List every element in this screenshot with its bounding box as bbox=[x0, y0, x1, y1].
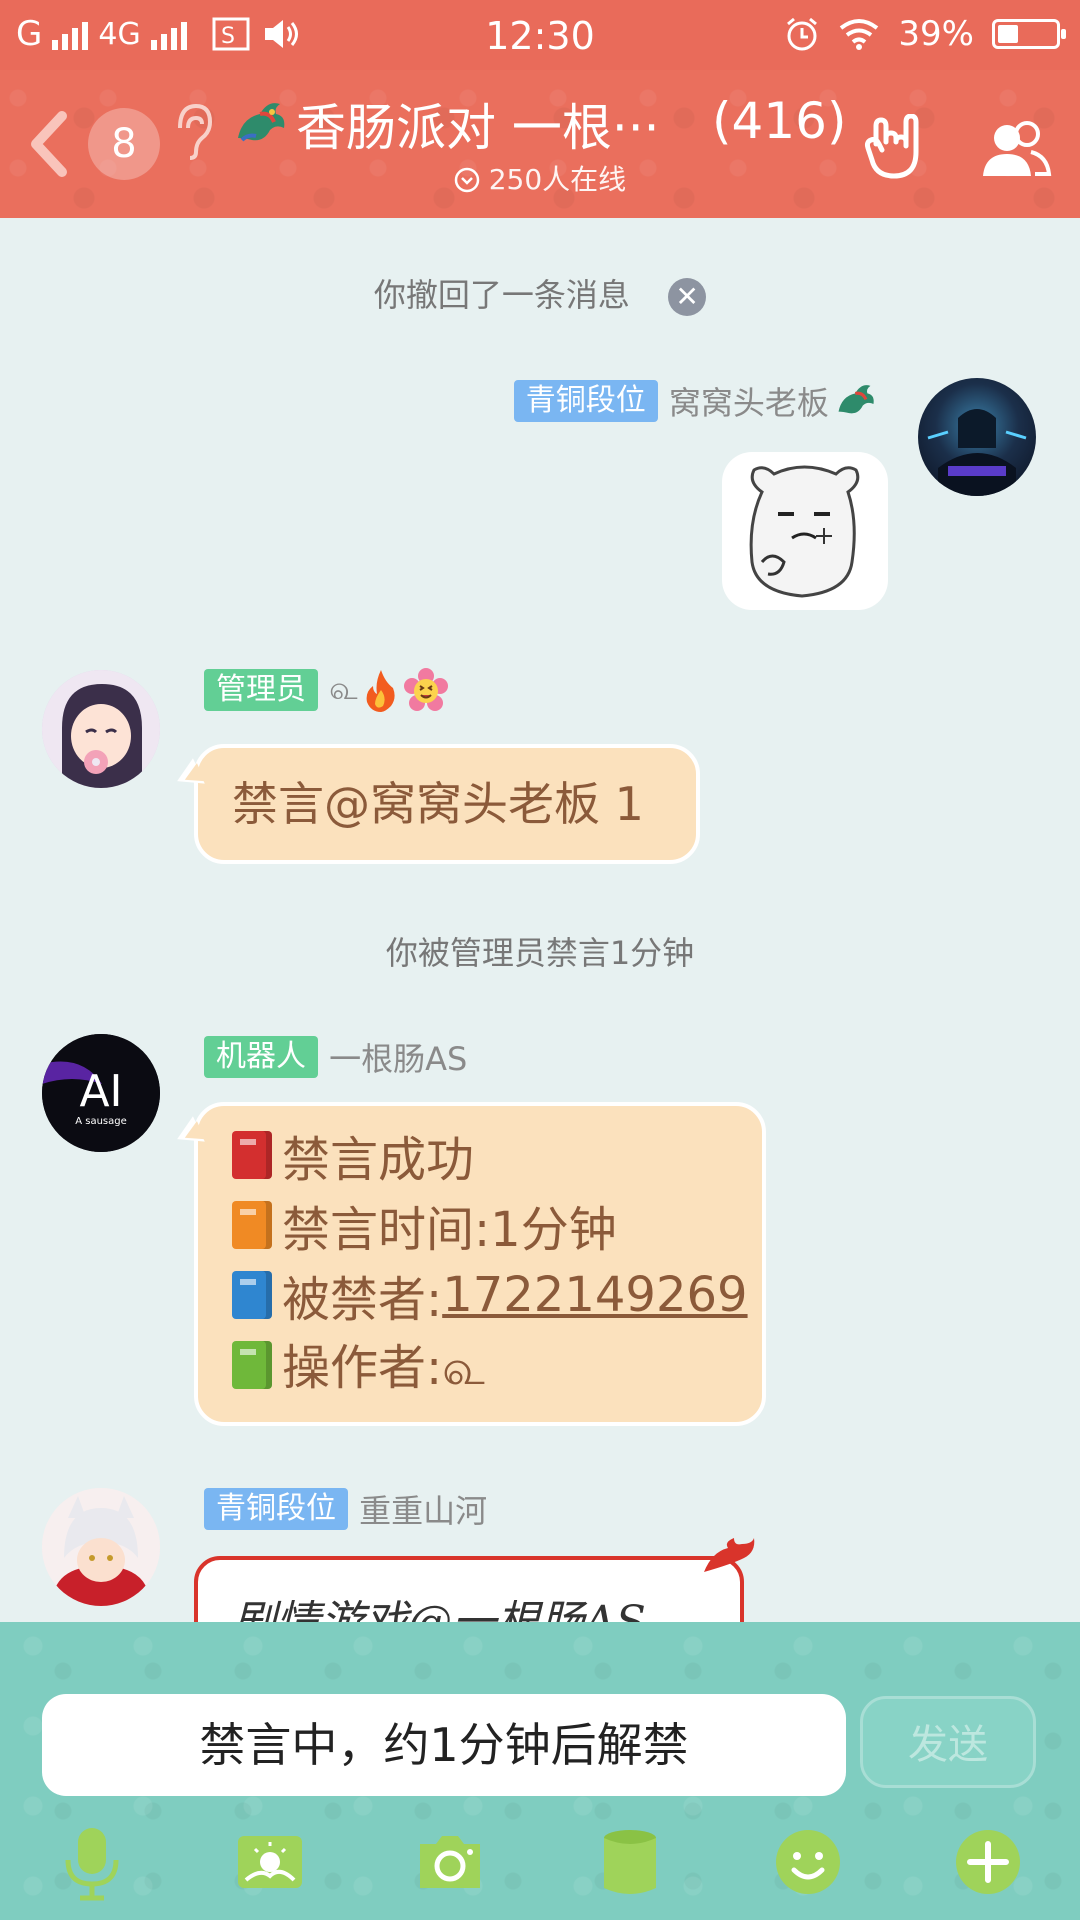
line-text: 禁言时间:1分钟 bbox=[282, 1202, 617, 1258]
line-mute-time: 禁言时间:1分钟 bbox=[232, 1190, 762, 1260]
sender-name: ௳ bbox=[329, 669, 358, 707]
message-text: 剧情游戏@一根肠AS bbox=[198, 1560, 740, 1622]
plus-icon[interactable] bbox=[948, 1822, 1028, 1902]
dragon-icon bbox=[238, 103, 285, 142]
line-text: 禁言成功 bbox=[282, 1132, 475, 1188]
chat-header: 8 香肠派对 一根··· (416) 250人在线 bbox=[0, 70, 1080, 218]
recall-text: 你撤回了一条消息 bbox=[373, 276, 630, 314]
camera-icon[interactable] bbox=[410, 1822, 490, 1902]
status-right: 39% bbox=[784, 14, 1066, 54]
sender-name: 一根肠AS bbox=[329, 1040, 468, 1078]
red-book-icon bbox=[232, 1131, 272, 1179]
mute-notice: 你被管理员禁言1分钟 bbox=[385, 934, 695, 972]
robot-logo-icon: AI A sausage bbox=[42, 1034, 160, 1152]
inuyasha-avatar-icon bbox=[42, 1488, 160, 1606]
svg-text:A sausage: A sausage bbox=[75, 1116, 127, 1127]
anime-girl-icon bbox=[42, 670, 160, 788]
ear-icon[interactable] bbox=[170, 100, 214, 160]
cylinder-icon[interactable] bbox=[590, 1822, 670, 1902]
dismiss-notice-button[interactable]: ✕ bbox=[668, 278, 707, 316]
battery-icon bbox=[992, 19, 1066, 49]
bear-sticker-icon bbox=[749, 465, 860, 598]
line-label: 被禁者: bbox=[282, 1272, 443, 1328]
status-bar: G 4G S 12:30 39% bbox=[0, 0, 1080, 70]
battery-percent: 39% bbox=[898, 14, 974, 54]
message-text: 禁言@窝窝头老板 1 bbox=[232, 777, 644, 831]
members-icon[interactable] bbox=[975, 114, 1055, 184]
msg1-header: 青铜段位 窝窝头老板 bbox=[513, 378, 878, 424]
dj-figure-icon bbox=[927, 409, 1027, 496]
rank-badge: 管理员 bbox=[204, 669, 318, 711]
group-title[interactable]: 香肠派对 一根··· bbox=[232, 92, 660, 157]
my-avatar[interactable] bbox=[918, 378, 1036, 496]
line-mute-success: 禁言成功 bbox=[232, 1120, 762, 1190]
rank-badge: 机器人 bbox=[204, 1036, 318, 1078]
rank-badge: 青铜段位 bbox=[513, 380, 658, 422]
orange-book-icon bbox=[232, 1201, 272, 1249]
smiley-icon[interactable] bbox=[768, 1822, 848, 1902]
msg3-bubble[interactable]: 禁言成功 禁言时间:1分钟 被禁者: 1722149269 操作者:௳ bbox=[194, 1102, 766, 1426]
line-muted-user: 被禁者: 1722149269 bbox=[232, 1260, 762, 1330]
blue-book-icon bbox=[232, 1271, 272, 1319]
user-id-link[interactable]: 1722149269 bbox=[442, 1267, 747, 1323]
alarm-icon bbox=[787, 17, 818, 51]
chevron-down-circle-icon bbox=[454, 167, 480, 193]
msg2-header: 管理员 ௳ bbox=[204, 668, 448, 714]
rank-badge: 青铜段位 bbox=[204, 1488, 348, 1530]
green-book-icon bbox=[232, 1341, 272, 1389]
robot-avatar[interactable]: AI A sausage bbox=[42, 1034, 160, 1152]
line-text: 操作者:௳ bbox=[282, 1340, 485, 1396]
admin-avatar[interactable] bbox=[42, 670, 160, 788]
svg-text:AI: AI bbox=[79, 1066, 122, 1117]
dragon-badge-icon bbox=[838, 385, 874, 414]
sticker-message[interactable] bbox=[722, 452, 888, 610]
red-flame-decoration-icon bbox=[704, 1538, 755, 1572]
msg3-header: 机器人 一根肠AS bbox=[204, 1034, 467, 1080]
online-count: 250人在线 bbox=[488, 163, 627, 196]
member-count: (416) bbox=[712, 92, 847, 150]
sender-name: 窝窝头老板 bbox=[668, 384, 829, 422]
fire-icon bbox=[366, 670, 395, 712]
chat-area[interactable]: 你撤回了一条消息 ✕ 青铜段位 窝窝头老板 管理员 ௳ 禁言@窝窝头老板 1 你… bbox=[0, 218, 1080, 1622]
recall-notice: 你撤回了一条消息 ✕ bbox=[0, 270, 1080, 316]
picture-icon[interactable] bbox=[230, 1822, 310, 1902]
muted-input-field[interactable]: 禁言中，约1分钟后解禁 bbox=[42, 1694, 846, 1796]
msg4-bubble[interactable]: 剧情游戏@一根肠AS bbox=[194, 1556, 744, 1622]
group-name: 香肠派对 一根··· bbox=[296, 99, 660, 157]
flower-emoji-icon bbox=[403, 668, 448, 711]
sender-name: 重重山河 bbox=[359, 1492, 488, 1530]
user-avatar[interactable] bbox=[42, 1488, 160, 1606]
input-area: 禁言中，约1分钟后解禁 发送 bbox=[0, 1622, 1080, 1920]
microphone-icon[interactable] bbox=[52, 1822, 132, 1902]
rock-hand-icon[interactable] bbox=[860, 114, 930, 184]
msg4-header: 青铜段位 重重山河 bbox=[204, 1486, 487, 1532]
send-button[interactable]: 发送 bbox=[860, 1696, 1036, 1788]
wifi-icon bbox=[840, 19, 879, 50]
line-operator: 操作者:௳ bbox=[232, 1330, 762, 1400]
msg2-bubble[interactable]: 禁言@窝窝头老板 1 bbox=[194, 744, 700, 864]
